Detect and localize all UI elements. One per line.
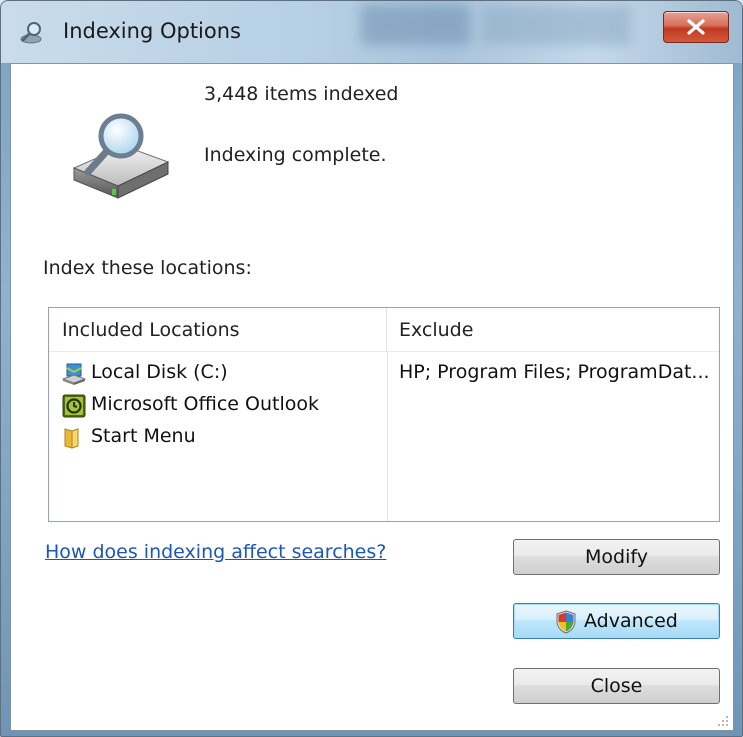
title-bar[interactable]: Indexing Options [1, 1, 742, 63]
locations-label: Index these locations: [43, 257, 252, 279]
column-header-included[interactable]: Included Locations [49, 308, 387, 352]
close-button[interactable]: Close [513, 668, 720, 704]
outlook-icon [62, 394, 86, 418]
indexing-icon [20, 22, 42, 44]
uac-shield-icon [556, 610, 576, 634]
location-name: Start Menu [91, 425, 196, 447]
indexing-drive-icon [72, 113, 170, 199]
location-name: Local Disk (C:) [91, 361, 228, 383]
indexing-status: Indexing complete. [204, 144, 387, 166]
table-row[interactable]: Microsoft Office Outlook [49, 390, 719, 422]
dialog-body: 3,448 items indexed Indexing complete. I… [10, 63, 734, 731]
indexing-options-window: Indexing Options 3,448 items indexed Ind… [0, 0, 743, 737]
indexing-help-link[interactable]: How does indexing affect searches? [45, 541, 386, 563]
location-exclude: HP; Program Files; ProgramDat... [399, 361, 710, 383]
locations-table[interactable]: Included Locations Exclude Local Disk (C… [48, 307, 720, 522]
column-header-exclude[interactable]: Exclude [387, 308, 719, 352]
window-title: Indexing Options [63, 19, 241, 43]
location-name: Microsoft Office Outlook [91, 393, 319, 415]
modify-button[interactable]: Modify [513, 539, 720, 575]
table-row[interactable]: Start Menu [49, 422, 719, 454]
window-close-button[interactable] [663, 11, 729, 43]
table-row[interactable]: Local Disk (C:) HP; Program Files; Progr… [49, 358, 719, 390]
close-icon [687, 19, 705, 35]
local-disk-icon [62, 363, 86, 385]
resize-grip-icon[interactable] [716, 714, 730, 728]
advanced-button[interactable]: Advanced [513, 603, 720, 639]
items-indexed-count: 3,448 items indexed [204, 83, 399, 105]
advanced-button-label: Advanced [584, 610, 678, 632]
folder-icon [64, 428, 79, 449]
